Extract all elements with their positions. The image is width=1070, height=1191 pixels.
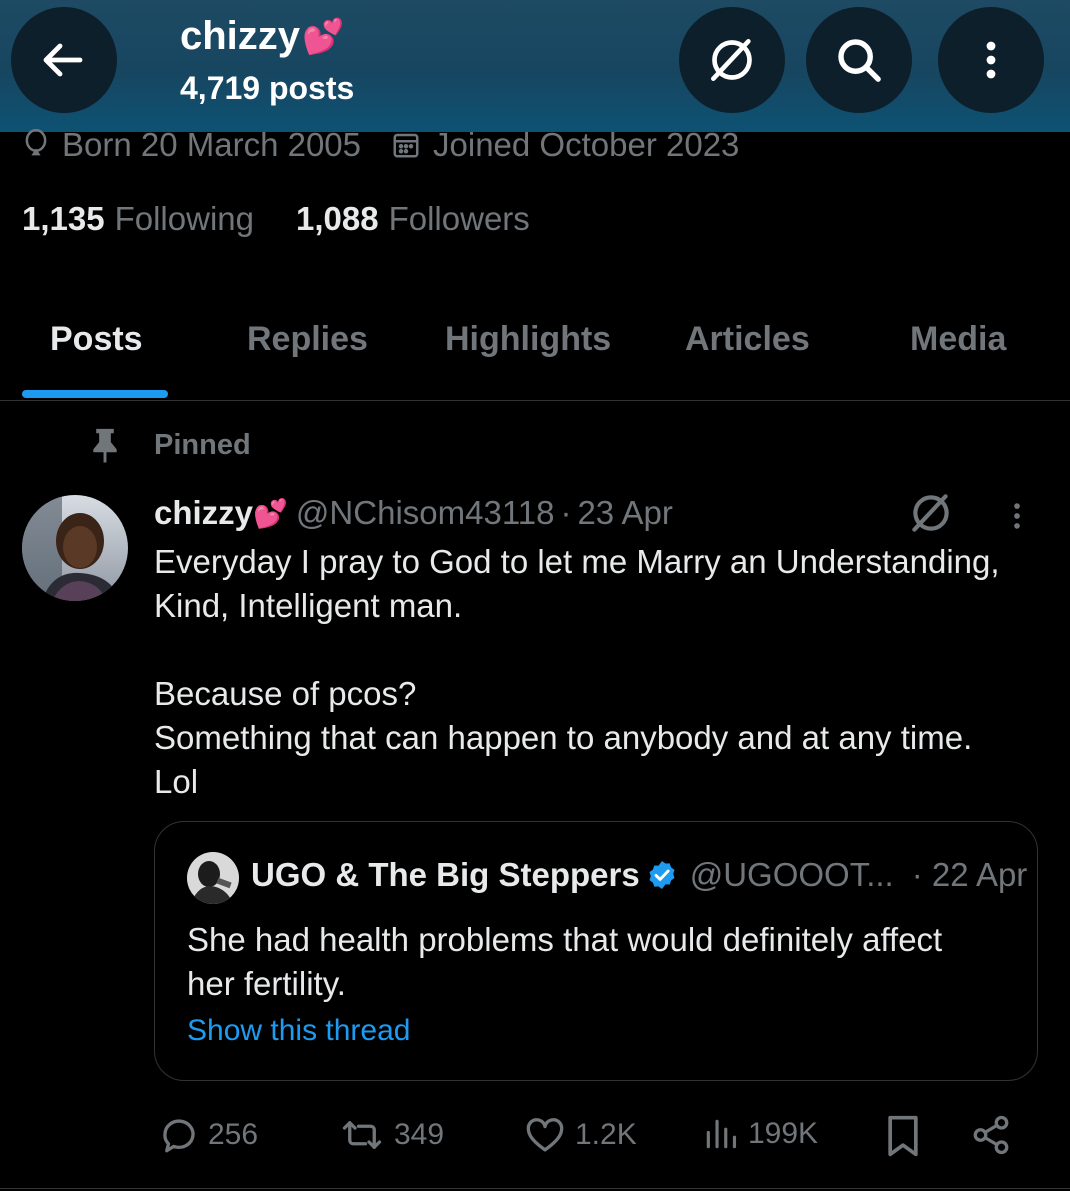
tab-articles[interactable]: Articles — [685, 320, 810, 359]
post-body: Everyday I pray to God to let me Marry a… — [154, 540, 1034, 804]
share-button[interactable] — [970, 1114, 1012, 1156]
grok-button[interactable] — [679, 7, 785, 113]
tab-posts[interactable]: Posts — [50, 320, 143, 359]
pin-icon — [93, 428, 117, 463]
views-button[interactable]: 199K — [702, 1114, 818, 1154]
verified-badge-icon — [649, 861, 675, 889]
post-author-name[interactable]: chizzy — [154, 494, 253, 532]
repost-count: 349 — [394, 1118, 445, 1151]
post-line: Because of pcos? — [154, 675, 417, 712]
reply-icon — [163, 1119, 195, 1153]
post-grok-button[interactable] — [906, 488, 956, 543]
author-avatar[interactable] — [22, 495, 128, 601]
pinned-label: Pinned — [90, 426, 251, 464]
post-line: Lol — [154, 763, 199, 800]
bookmark-button[interactable] — [884, 1114, 922, 1158]
tabs-divider — [0, 400, 1070, 401]
quote-author-handle: @UGOOOT... — [689, 856, 894, 893]
grok-icon — [711, 39, 752, 81]
followers-label: Followers — [388, 200, 530, 237]
quote-line: She had health problems that would defin… — [187, 921, 943, 958]
post-date[interactable]: 23 Apr — [577, 494, 672, 532]
tab-replies[interactable]: Replies — [247, 320, 368, 359]
quote-body: She had health problems that would defin… — [187, 918, 1007, 1006]
following-link[interactable]: 1,135 Following — [22, 200, 254, 238]
more-vertical-icon — [1014, 503, 1020, 529]
views-icon — [706, 1119, 737, 1149]
bookmark-icon — [888, 1115, 918, 1157]
post-actions: 256 349 1.2K 199K — [0, 1106, 1070, 1166]
post-divider — [0, 1188, 1070, 1189]
post-more-button[interactable] — [1000, 496, 1034, 541]
post-line: Everyday I pray to God to let me Marry a… — [154, 543, 1000, 580]
hearts-emoji: 💕 — [302, 17, 345, 56]
reply-button[interactable]: 256 — [158, 1114, 258, 1156]
post-line: Kind, Intelligent man. — [154, 587, 463, 624]
quote-author-name: UGO & The Big Steppers — [251, 856, 640, 893]
birth-date: Born 20 March 2005 — [22, 126, 361, 164]
separator-dot: · — [560, 494, 572, 531]
post-header: chizzy 💕 @NChisom43118 · 23 Apr — [154, 494, 673, 532]
following-count: 1,135 — [22, 200, 105, 237]
profile-meta: Born 20 March 2005 Joined October 2023 — [22, 126, 769, 164]
like-button[interactable]: 1.2K — [523, 1114, 637, 1156]
grok-icon — [912, 494, 949, 532]
more-vertical-icon — [986, 41, 996, 79]
search-button[interactable] — [806, 7, 912, 113]
followers-link[interactable]: 1,088 Followers — [296, 200, 530, 238]
display-name-text: chizzy — [180, 14, 301, 58]
show-thread-link[interactable]: Show this thread — [187, 1014, 410, 1048]
following-label: Following — [114, 200, 254, 237]
tab-highlights[interactable]: Highlights — [445, 320, 611, 359]
avatar-photo — [187, 852, 239, 904]
post-author-handle[interactable]: @NChisom43118 — [296, 494, 555, 532]
share-icon — [973, 1115, 1009, 1155]
repost-button[interactable]: 349 — [338, 1114, 444, 1156]
back-button[interactable] — [11, 7, 117, 113]
quote-author-avatar — [187, 852, 239, 904]
post-count: 4,719 posts — [180, 70, 355, 106]
repost-icon — [342, 1121, 382, 1149]
arrow-left-icon — [43, 43, 83, 77]
heart-icon — [526, 1118, 564, 1152]
calendar-icon — [393, 133, 419, 158]
top-bar: chizzy 💕 4,719 posts — [0, 0, 1070, 132]
active-tab-indicator — [22, 390, 168, 398]
quote-line: her fertility. — [187, 965, 346, 1002]
birth-date-text: Born 20 March 2005 — [62, 126, 362, 163]
profile-display-name: chizzy 💕 — [180, 14, 344, 59]
pinned-text: Pinned — [154, 428, 251, 461]
like-count: 1.2K — [575, 1118, 637, 1151]
avatar-photo — [22, 495, 128, 601]
reply-count: 256 — [208, 1118, 259, 1151]
profile-tabs: Posts Replies Highlights Articles Media — [0, 300, 1070, 400]
balloon-icon — [25, 129, 47, 156]
join-date-text: Joined October 2023 — [433, 126, 740, 163]
tab-media[interactable]: Media — [910, 320, 1006, 359]
view-count: 199K — [748, 1117, 819, 1150]
join-date: Joined October 2023 — [391, 126, 739, 164]
quote-header: UGO & The Big Steppers @UGOOOT... · 22 A… — [251, 856, 1027, 894]
post-line-break — [154, 628, 1034, 672]
search-icon — [838, 39, 881, 82]
author-hearts-emoji: 💕 — [253, 497, 288, 529]
quoted-post[interactable]: UGO & The Big Steppers @UGOOOT... · 22 A… — [154, 821, 1038, 1081]
followers-count: 1,088 — [296, 200, 379, 237]
follow-stats: 1,135 Following 1,088 Followers — [22, 200, 530, 238]
post-line: Something that can happen to anybody and… — [154, 719, 973, 756]
more-options-button[interactable] — [938, 7, 1044, 113]
quote-date: · 22 Apr — [911, 856, 1028, 893]
